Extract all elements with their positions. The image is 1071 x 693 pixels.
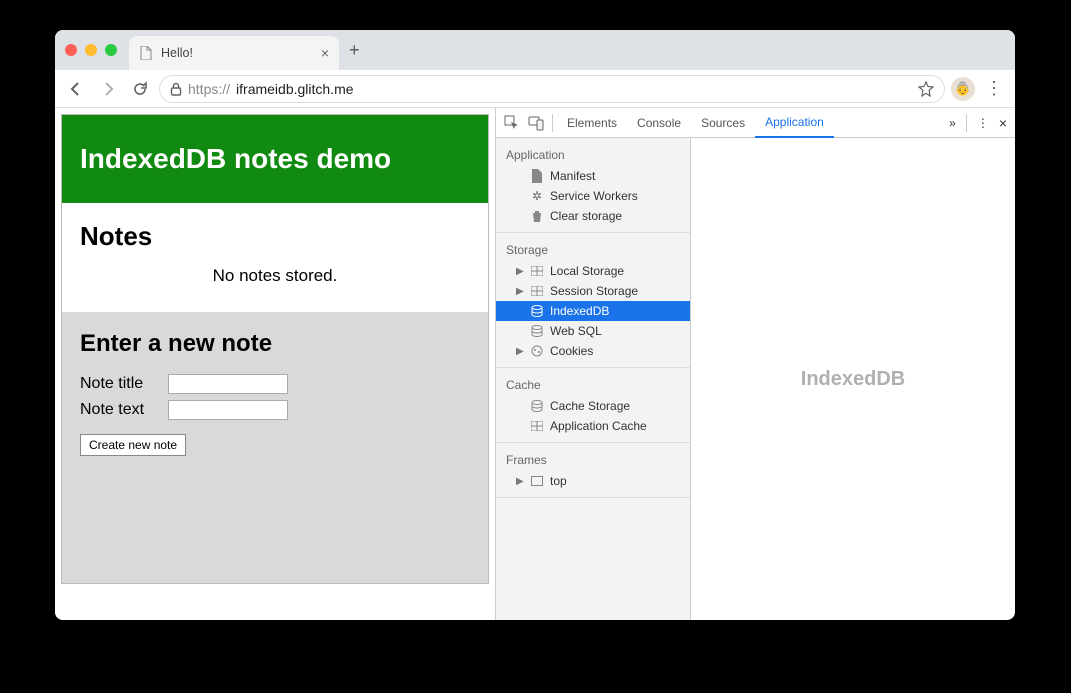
minimize-window-button[interactable]: [85, 44, 97, 56]
url-host: iframeidb.glitch.me: [236, 81, 354, 97]
sidebar-item-label: Cookies: [550, 344, 593, 358]
window-controls: [65, 44, 117, 56]
note-text-label: Note text: [80, 401, 160, 419]
form-heading: Enter a new note: [80, 330, 470, 358]
devtools-close-button[interactable]: ×: [995, 115, 1011, 131]
main-placeholder: IndexedDB: [801, 368, 905, 391]
sidebar-item-web-sql[interactable]: Web SQL: [496, 321, 690, 341]
browser-tab[interactable]: Hello! ×: [129, 36, 339, 70]
application-sidebar: Application Manifest ✲ Service Workers: [496, 138, 691, 620]
sidebar-item-cache-storage[interactable]: Cache Storage: [496, 396, 690, 416]
devtools-panel: Elements Console Sources Application » ⋮…: [495, 108, 1015, 620]
tab-sources[interactable]: Sources: [691, 108, 755, 138]
maximize-window-button[interactable]: [105, 44, 117, 56]
note-text-input[interactable]: [168, 400, 288, 420]
sidebar-item-label: Service Workers: [550, 189, 638, 203]
sidebar-item-label: top: [550, 474, 567, 488]
note-title-input[interactable]: [168, 374, 288, 394]
tab-elements[interactable]: Elements: [557, 108, 627, 138]
sidebar-item-session-storage[interactable]: ▶ Session Storage: [496, 281, 690, 301]
bookmark-star-icon[interactable]: [918, 81, 934, 97]
inspect-element-button[interactable]: [500, 111, 524, 135]
group-storage: Storage ▶ Local Storage ▶ Session Storag…: [496, 233, 690, 368]
note-title-label: Note title: [80, 375, 160, 393]
group-application-title: Application: [496, 144, 690, 166]
sidebar-item-service-workers[interactable]: ✲ Service Workers: [496, 186, 690, 206]
table-icon: [530, 419, 544, 433]
chevron-right-icon: ▶: [516, 476, 524, 487]
tabstrip: Hello! × +: [55, 30, 1015, 70]
tab-close-button[interactable]: ×: [321, 45, 329, 61]
notes-heading: Notes: [80, 221, 470, 252]
devtools-body: Application Manifest ✲ Service Workers: [496, 138, 1015, 620]
group-cache: Cache Cache Storage Application Cache: [496, 368, 690, 443]
chevron-right-icon: ▶: [516, 286, 524, 297]
group-frames: Frames ▶ top: [496, 443, 690, 498]
group-cache-title: Cache: [496, 374, 690, 396]
sidebar-item-label: Cache Storage: [550, 399, 630, 413]
tab-title: Hello!: [161, 46, 313, 60]
browser-window: Hello! × + https:// iframeidb.glitch.me 👵…: [55, 30, 1015, 620]
sidebar-item-local-storage[interactable]: ▶ Local Storage: [496, 261, 690, 281]
empty-notes-message: No notes stored.: [80, 266, 470, 286]
page-title: IndexedDB notes demo: [62, 115, 488, 203]
chevron-right-icon: ▶: [516, 266, 524, 277]
device-toolbar-button[interactable]: [524, 111, 548, 135]
gear-icon: ✲: [530, 189, 544, 203]
tab-console[interactable]: Console: [627, 108, 691, 138]
sidebar-item-label: IndexedDB: [550, 304, 609, 318]
reload-button[interactable]: [127, 76, 153, 102]
cookie-icon: [530, 344, 544, 358]
database-icon: [530, 304, 544, 318]
file-icon: [530, 169, 544, 183]
sidebar-item-label: Manifest: [550, 169, 595, 183]
url-bar[interactable]: https:// iframeidb.glitch.me: [159, 75, 945, 103]
devtools-menu-button[interactable]: ⋮: [977, 116, 989, 130]
url-scheme: https://: [188, 81, 230, 97]
sidebar-item-frame-top[interactable]: ▶ top: [496, 471, 690, 491]
more-tabs-button[interactable]: »: [949, 116, 956, 130]
database-icon: [530, 399, 544, 413]
database-icon: [530, 324, 544, 338]
forward-button[interactable]: [95, 76, 121, 102]
content-area: IndexedDB notes demo Notes No notes stor…: [55, 108, 1015, 620]
address-bar: https:// iframeidb.glitch.me 👵 ⋮: [55, 70, 1015, 108]
page-viewport: IndexedDB notes demo Notes No notes stor…: [55, 108, 495, 620]
sidebar-item-cookies[interactable]: ▶ Cookies: [496, 341, 690, 361]
browser-menu-button[interactable]: ⋮: [981, 78, 1007, 99]
sidebar-item-label: Web SQL: [550, 324, 602, 338]
devtools-main: IndexedDB: [691, 138, 1015, 620]
sidebar-item-clear-storage[interactable]: Clear storage: [496, 206, 690, 226]
sidebar-item-label: Application Cache: [550, 419, 647, 433]
close-window-button[interactable]: [65, 44, 77, 56]
notes-section: Notes No notes stored.: [62, 203, 488, 312]
sidebar-item-label: Session Storage: [550, 284, 638, 298]
devtools-tabbar: Elements Console Sources Application » ⋮…: [496, 108, 1015, 138]
file-icon: [139, 46, 153, 60]
sidebar-item-manifest[interactable]: Manifest: [496, 166, 690, 186]
tab-application[interactable]: Application: [755, 108, 834, 138]
lock-icon: [170, 82, 182, 96]
create-note-button[interactable]: Create new note: [80, 434, 186, 456]
sidebar-item-application-cache[interactable]: Application Cache: [496, 416, 690, 436]
group-application: Application Manifest ✲ Service Workers: [496, 138, 690, 233]
table-icon: [530, 284, 544, 298]
profile-avatar[interactable]: 👵: [951, 77, 975, 101]
table-icon: [530, 264, 544, 278]
new-tab-button[interactable]: +: [349, 40, 360, 61]
group-frames-title: Frames: [496, 449, 690, 471]
sidebar-item-label: Local Storage: [550, 264, 624, 278]
back-button[interactable]: [63, 76, 89, 102]
group-storage-title: Storage: [496, 239, 690, 261]
sidebar-item-label: Clear storage: [550, 209, 622, 223]
new-note-form: Enter a new note Note title Note text Cr…: [62, 312, 488, 583]
frame-icon: [530, 474, 544, 488]
trash-icon: [530, 209, 544, 223]
page-content: IndexedDB notes demo Notes No notes stor…: [61, 114, 489, 584]
chevron-right-icon: ▶: [516, 346, 524, 357]
sidebar-item-indexeddb[interactable]: IndexedDB: [496, 301, 690, 321]
